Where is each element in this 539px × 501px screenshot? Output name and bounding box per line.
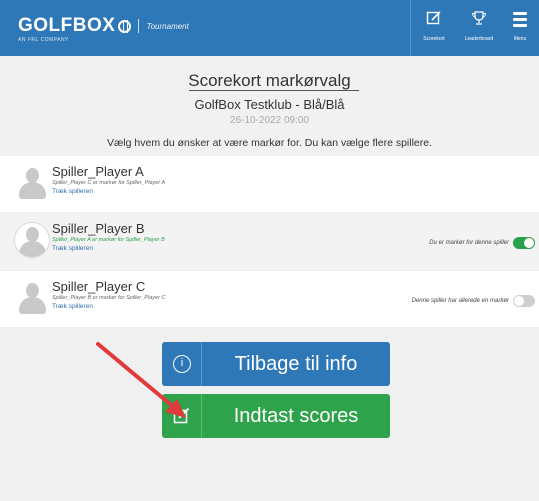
nav-leaderboard-label: Leaderboard (464, 36, 494, 42)
club-name: GolfBox Testklub - Blå/Blå (194, 97, 345, 112)
withdraw-player-link[interactable]: Træk spilleren (52, 188, 93, 195)
marker-status: Du er markør for denne spiller (429, 240, 509, 246)
marker-toggle[interactable] (513, 237, 535, 249)
trophy-icon (457, 10, 501, 32)
back-to-info-label: Tilbage til info (234, 353, 358, 375)
edit-icon-box (162, 394, 202, 438)
logo-subtitle: Tournament (146, 21, 189, 31)
marker-status: Denne spiller har allerede en markør (411, 298, 509, 304)
player-marker-info: Spiller_Player C er markør for Spiller_P… (52, 180, 166, 186)
player-marker-info: Spiller_Player A er markør for Spiller_P… (52, 237, 165, 243)
nav-menu-label: Menu (513, 36, 527, 42)
top-bar: GOLFBOX Tournament AN FRL COMPANY Scorek… (0, 0, 539, 56)
player-row-b[interactable]: Spiller_Player B Spiller_Player A er mar… (0, 213, 539, 269)
nav-divider (410, 0, 411, 56)
withdraw-player-link[interactable]: Træk spilleren (52, 303, 93, 310)
player-marker-info: Spiller_Player B er markør for Spiller_P… (52, 295, 166, 301)
back-to-info-button[interactable]: i Tilbage til info (162, 342, 390, 386)
info-icon-box: i (162, 342, 202, 386)
enter-scores-button[interactable]: Indtast scores (162, 394, 390, 438)
marker-toggle[interactable] (513, 295, 535, 307)
avatar (14, 222, 50, 258)
edit-icon (173, 407, 191, 425)
tee-time: 26-10-2022 09:00 (230, 115, 309, 126)
instruction-text: Vælg hvem du ønsker at være markør for. … (106, 137, 433, 149)
player-row-c[interactable]: Spiller_Player C Spiller_Player B er mar… (0, 271, 539, 327)
avatar (17, 281, 47, 315)
page-title: Scorekort markørvalg (188, 71, 351, 90)
globe-icon (118, 19, 132, 33)
player-name: Spiller_Player A (52, 164, 144, 179)
scorecard-edit-icon (412, 10, 456, 32)
scorecard-header: Scorekort markørvalg GolfBox Testklub - … (0, 56, 539, 155)
info-circle-icon: i (173, 355, 191, 373)
hamburger-menu-icon (513, 12, 527, 30)
title-underline (189, 90, 359, 91)
golfbox-logo[interactable]: GOLFBOX Tournament (18, 15, 189, 37)
logo-divider (138, 19, 140, 33)
nav-scorecard[interactable]: Scorekort (412, 0, 456, 56)
enter-scores-label: Indtast scores (233, 405, 359, 427)
withdraw-player-link[interactable]: Træk spilleren (52, 245, 93, 252)
avatar (17, 166, 47, 200)
player-name: Spiller_Player B (52, 221, 145, 236)
logo-company: AN FRL COMPANY (18, 37, 69, 43)
nav-menu[interactable]: Menu (502, 0, 538, 56)
nav-scorecard-label: Scorekort (423, 36, 445, 42)
player-row-a[interactable]: Spiller_Player A Spiller_Player C er mar… (0, 156, 539, 212)
player-name: Spiller_Player C (52, 279, 146, 294)
logo-text: GOLFBOX (18, 15, 116, 36)
nav-leaderboard[interactable]: Leaderboard (457, 0, 501, 56)
